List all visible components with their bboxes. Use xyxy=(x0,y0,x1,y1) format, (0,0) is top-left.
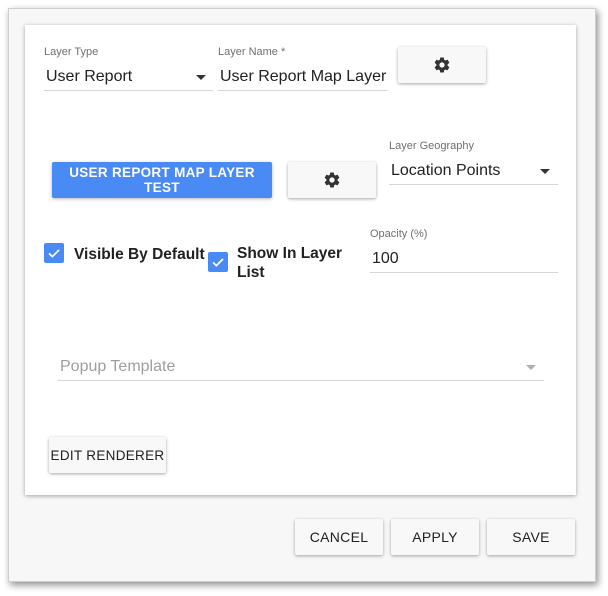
layer-type-value: User Report xyxy=(46,68,133,85)
geography-settings-button[interactable] xyxy=(288,162,376,198)
layer-settings-dialog: Layer Type User Report Layer Name * User… xyxy=(8,8,596,582)
gear-icon xyxy=(434,57,450,73)
cancel-button[interactable]: CANCEL xyxy=(295,519,383,555)
user-report-map-layer-test-button[interactable]: USER REPORT MAP LAYER TEST xyxy=(52,162,272,198)
edit-renderer-button[interactable]: EDIT RENDERER xyxy=(49,437,166,473)
layer-settings-card: Layer Type User Report Layer Name * User… xyxy=(25,25,576,495)
layer-settings-button[interactable] xyxy=(398,47,486,83)
chevron-down-icon xyxy=(540,169,550,174)
gear-icon xyxy=(324,172,340,188)
layer-geography-label: Layer Geography xyxy=(389,140,474,152)
save-button[interactable]: SAVE xyxy=(487,519,575,555)
checkmark-icon xyxy=(212,258,224,267)
layer-type-underline xyxy=(44,90,213,91)
chevron-down-icon xyxy=(526,365,536,370)
opacity-label: Opacity (%) xyxy=(370,228,428,240)
opacity-underline xyxy=(370,272,558,273)
checkmark-icon xyxy=(48,249,60,258)
layer-geography-underline xyxy=(389,184,558,185)
layer-type-label: Layer Type xyxy=(44,46,99,58)
opacity-value: 100 xyxy=(372,250,399,267)
checkbox-box[interactable] xyxy=(44,243,64,263)
layer-name-underline xyxy=(218,90,387,91)
layer-name-value: User Report Map Layer xyxy=(220,68,387,85)
chevron-down-icon xyxy=(196,75,206,80)
popup-template-underline xyxy=(58,380,544,381)
show-in-layer-list-label: Show In Layer List xyxy=(237,245,343,281)
checkbox-box[interactable] xyxy=(208,252,228,272)
visible-by-default-label: Visible By Default xyxy=(74,246,205,263)
layer-name-label: Layer Name * xyxy=(218,46,286,58)
apply-button[interactable]: APPLY xyxy=(391,519,479,555)
popup-template-placeholder: Popup Template xyxy=(60,358,176,375)
layer-geography-value: Location Points xyxy=(391,162,501,179)
